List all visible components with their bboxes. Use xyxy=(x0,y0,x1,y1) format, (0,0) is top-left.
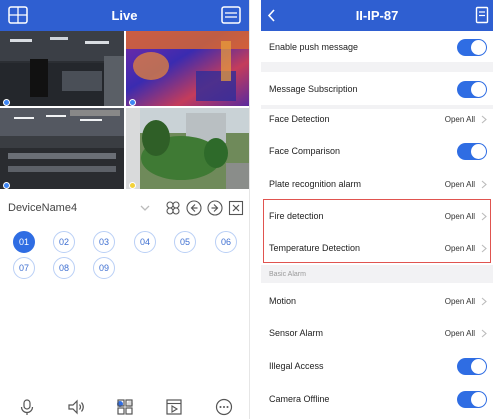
setting-label: Face Comparison xyxy=(269,146,341,156)
close-all-icon[interactable] xyxy=(228,200,244,216)
section-header-label: Basic Alarm xyxy=(269,270,306,278)
chevron-down-icon[interactable] xyxy=(138,201,152,215)
channel-chip[interactable]: 08 xyxy=(53,257,75,279)
camera-status-dot xyxy=(3,99,10,106)
setting-label: Sensor Alarm xyxy=(269,328,324,338)
channel-chip[interactable]: 03 xyxy=(93,231,115,253)
setting-value: Open All xyxy=(444,114,475,124)
chevron-right-icon xyxy=(481,180,487,188)
ptz-icon[interactable] xyxy=(165,200,181,216)
channel-chip[interactable]: 06 xyxy=(215,231,237,253)
settings-top-bar: II-IP-87 xyxy=(261,0,493,31)
setting-label: Camera Offline xyxy=(269,394,330,404)
setting-row-plate-recognition[interactable]: Plate recognition alarm Open All xyxy=(261,172,493,196)
setting-row-message-subscription: Message Subscription xyxy=(261,73,493,105)
chevron-right-icon xyxy=(481,297,487,305)
previous-icon[interactable] xyxy=(186,200,202,216)
setting-label: Fire detection xyxy=(269,211,324,221)
camera-feed-office xyxy=(0,31,124,106)
camera-status-dot xyxy=(129,182,136,189)
camera-feed-office-wide xyxy=(0,108,124,189)
setting-value: Open All xyxy=(444,296,475,306)
layout-icon[interactable] xyxy=(116,398,134,416)
microphone-icon[interactable] xyxy=(18,398,36,416)
camera-status-dot xyxy=(129,99,136,106)
setting-label: Enable push message xyxy=(269,42,359,52)
camera-tile-1[interactable] xyxy=(0,31,124,106)
message-subscription-toggle[interactable] xyxy=(457,80,487,98)
setting-label: Message Subscription xyxy=(269,84,358,94)
camera-tile-3[interactable] xyxy=(0,108,124,189)
section-header-basic-alarm: Basic Alarm xyxy=(261,265,493,283)
setting-row-enable-push: Enable push message xyxy=(261,33,493,61)
live-view-screen: Live DeviceName4 01 02 03 04 05 06 07 08… xyxy=(0,0,250,419)
next-icon[interactable] xyxy=(207,200,223,216)
setting-row-illegal-access: Illegal Access xyxy=(261,352,493,380)
illegal-access-toggle[interactable] xyxy=(457,357,487,375)
setting-row-face-comparison: Face Comparison xyxy=(261,136,493,166)
setting-value: Open All xyxy=(444,328,475,338)
menu-grid-icon[interactable] xyxy=(8,6,28,24)
setting-value: Open All xyxy=(444,179,475,189)
camera-status-dot xyxy=(3,182,10,189)
chevron-right-icon xyxy=(481,244,487,252)
setting-row-motion[interactable]: Motion Open All xyxy=(261,288,493,314)
setting-row-camera-offline: Camera Offline xyxy=(261,385,493,413)
section-divider xyxy=(261,62,493,72)
chevron-right-icon xyxy=(481,212,487,220)
setting-label: Motion xyxy=(269,296,297,306)
setting-row-temperature-detection[interactable]: Temperature Detection Open All xyxy=(261,235,493,261)
channel-chip[interactable]: 01 xyxy=(13,231,35,253)
face-comparison-toggle[interactable] xyxy=(457,142,487,160)
channel-chip[interactable]: 07 xyxy=(13,257,35,279)
setting-label: Illegal Access xyxy=(269,361,324,371)
page-title: II-IP-87 xyxy=(355,8,399,23)
document-icon[interactable] xyxy=(475,6,489,24)
channel-chip[interactable]: 04 xyxy=(134,231,156,253)
back-chevron-icon[interactable] xyxy=(267,8,277,23)
setting-label: Temperature Detection xyxy=(269,243,361,253)
camera-feed-thermal xyxy=(126,31,249,106)
setting-row-sensor-alarm[interactable]: Sensor Alarm Open All xyxy=(261,320,493,346)
setting-label: Plate recognition alarm xyxy=(269,179,362,189)
setting-label: Face Detection xyxy=(269,114,330,124)
camera-offline-toggle[interactable] xyxy=(457,390,487,408)
live-top-bar: Live xyxy=(0,0,249,31)
chevron-right-icon xyxy=(481,329,487,337)
camera-tile-2[interactable] xyxy=(126,31,249,106)
camera-tile-4[interactable] xyxy=(126,108,249,189)
list-icon[interactable] xyxy=(221,6,241,24)
channel-chip[interactable]: 09 xyxy=(93,257,115,279)
alarm-settings-screen: II-IP-87 Enable push message Message Sub… xyxy=(261,0,493,419)
setting-value: Open All xyxy=(444,211,475,221)
setting-row-face-detection[interactable]: Face Detection Open All xyxy=(261,109,493,129)
channel-chip[interactable]: 02 xyxy=(53,231,75,253)
setting-row-fire-detection[interactable]: Fire detection Open All xyxy=(261,203,493,229)
playback-icon[interactable] xyxy=(165,398,183,416)
camera-feed-outdoor xyxy=(126,108,249,189)
chevron-right-icon xyxy=(481,115,487,123)
device-selector-row: DeviceName4 xyxy=(8,198,244,218)
channel-chip[interactable]: 05 xyxy=(174,231,196,253)
device-name[interactable]: DeviceName4 xyxy=(8,202,138,214)
speaker-icon[interactable] xyxy=(67,398,85,416)
more-icon[interactable] xyxy=(215,398,233,416)
enable-push-toggle[interactable] xyxy=(457,38,487,56)
page-title: Live xyxy=(111,8,138,23)
setting-value: Open All xyxy=(444,243,475,253)
